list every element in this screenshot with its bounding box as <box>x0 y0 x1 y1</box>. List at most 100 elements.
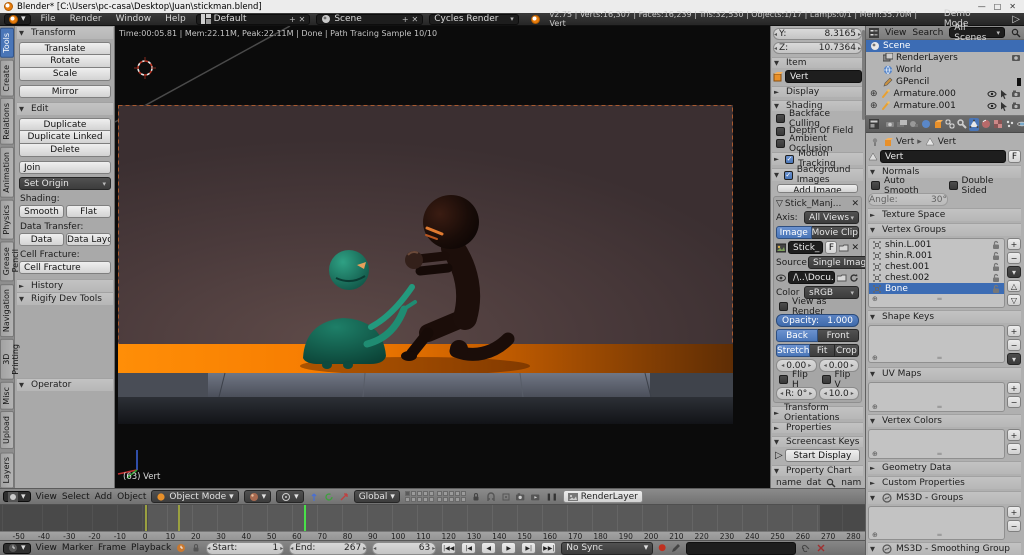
lock-icon[interactable] <box>191 543 201 553</box>
vgroup-remove-button[interactable]: − <box>1007 252 1021 264</box>
data-layout-button[interactable]: Data Layo <box>66 233 111 246</box>
layout-add-button[interactable]: + <box>289 15 296 24</box>
ms3d-add-button[interactable]: + <box>1007 506 1021 518</box>
fake-user-button[interactable]: F <box>825 241 837 254</box>
view3d-menu-view[interactable]: View <box>36 492 57 502</box>
renderlayer-chip[interactable]: RenderLayer <box>563 490 643 503</box>
fake-user-button[interactable]: F <box>1008 150 1021 163</box>
start-frame-field[interactable]: ◂Start: 1▸ <box>206 542 284 555</box>
front-toggle[interactable]: Front <box>818 329 859 342</box>
duplicate-button[interactable]: Duplicate <box>19 118 111 131</box>
pin-icon[interactable] <box>870 137 880 147</box>
outliner-search-icon[interactable] <box>1011 28 1021 38</box>
ambient-occlusion-checkbox[interactable]: Ambient Occlusion <box>773 138 862 149</box>
lock-icon[interactable] <box>991 240 1001 250</box>
properties-editor-icon[interactable] <box>869 119 879 129</box>
outliner-item-world[interactable]: World <box>866 64 1024 76</box>
bg-image-expand[interactable]: ▽ <box>776 199 783 209</box>
mode-dropdown[interactable]: Object Mode▾ <box>151 490 238 503</box>
open-image-icon[interactable] <box>839 243 849 253</box>
view-as-render-checkbox[interactable]: View as Render <box>776 301 859 312</box>
stretch-toggle[interactable]: Stretch <box>776 344 810 357</box>
opengl-render-anim-icon[interactable] <box>531 492 541 502</box>
keyframe-marker[interactable] <box>178 505 180 531</box>
lock-icon[interactable] <box>991 273 1001 283</box>
shapekey-add-button[interactable]: + <box>1007 325 1021 337</box>
tool-shelf-tab[interactable]: Misc <box>0 382 14 410</box>
shade-smooth-button[interactable]: Smooth <box>19 205 64 218</box>
vertex-group-row[interactable]: shin.R.001 <box>869 250 1004 261</box>
outliner-item-gpencil[interactable]: GPencil <box>866 76 1024 88</box>
outliner-item-armature-001[interactable]: ⊕ Armature.001 <box>866 100 1024 112</box>
expand-toggle[interactable]: ⊕ <box>870 101 878 111</box>
viewport-3d[interactable]: Time:00:05.81 | Mem:22.11M, Peak:22.11M … <box>115 26 770 488</box>
flip-h-checkbox[interactable]: Flip H <box>776 374 817 385</box>
shapekey-remove-button[interactable]: − <box>1007 339 1021 351</box>
renderability-camera-icon[interactable] <box>1011 101 1021 111</box>
menu-render[interactable]: Render <box>66 14 106 24</box>
tab-object[interactable] <box>933 118 943 131</box>
panel-header-geometry-data[interactable]: ►Geometry Data <box>868 461 1021 474</box>
snap-magnet-icon[interactable] <box>486 492 496 502</box>
scene-add-button[interactable]: + <box>402 15 409 24</box>
play-reverse-button[interactable]: ◀ <box>481 542 496 554</box>
outliner-item-scene[interactable]: Scene <box>866 40 1024 52</box>
axis-dropdown[interactable]: All Views▾ <box>804 211 859 224</box>
view-location-y-field[interactable]: ◂Y: 8.3165▸ <box>773 28 862 40</box>
uvmap-add-button[interactable]: + <box>1007 382 1021 394</box>
timeline-tracks[interactable] <box>0 505 865 531</box>
reload-image-icon[interactable] <box>849 273 859 283</box>
panel-header-display[interactable]: ►Display <box>772 86 863 97</box>
tool-shelf-tab[interactable]: Physics <box>0 200 14 240</box>
tool-shelf-tab[interactable]: Create <box>0 60 14 97</box>
tab-scene[interactable] <box>909 118 919 131</box>
object-breadcrumb-icon[interactable] <box>883 137 893 147</box>
snap-element-icon[interactable] <box>501 492 511 502</box>
lock-icon[interactable] <box>991 251 1001 261</box>
mesh-name-field[interactable]: Vert <box>880 150 1006 163</box>
vertex-group-row[interactable]: shin.L.001 <box>869 239 1004 250</box>
render-icon[interactable] <box>1011 53 1021 63</box>
source-image-toggle[interactable]: Image <box>776 226 812 239</box>
delete-button[interactable]: Delete <box>19 144 111 157</box>
timeline-menu-view[interactable]: View <box>36 543 57 553</box>
tool-shelf-tab[interactable]: Navigation <box>0 284 14 337</box>
double-sided-checkbox[interactable]: Double Sided <box>946 180 1022 191</box>
size-field[interactable]: ◂10.0▸ <box>819 387 860 400</box>
end-frame-field[interactable]: ◂End: 267▸ <box>289 542 367 555</box>
next-keyframe-button[interactable]: ▶| <box>521 542 536 554</box>
breadcrumb-object-name[interactable]: Vert <box>896 137 914 147</box>
window-close-button[interactable]: ✕ <box>1009 2 1016 11</box>
scene-selector[interactable]: Scene + ✕ <box>316 14 423 25</box>
backface-culling-checkbox[interactable]: Backface Culling <box>773 113 862 124</box>
opacity-slider[interactable]: Opacity:1.000 <box>776 314 859 327</box>
timeline-menu-frame[interactable]: Frame <box>98 543 126 553</box>
add-image-button[interactable]: Add Image <box>777 184 858 193</box>
expand-toggle[interactable]: ⊕ <box>870 89 878 99</box>
manipulator-rotate-icon[interactable] <box>324 492 334 502</box>
translate-button[interactable]: Translate <box>19 42 111 55</box>
tab-object-data[interactable] <box>969 118 979 131</box>
outliner-menu-view[interactable]: View <box>885 28 906 38</box>
view3d-menu-object[interactable]: Object <box>117 492 146 502</box>
vgroup-move-down-button[interactable]: ▽ <box>1007 294 1021 306</box>
scene-delete-button[interactable]: ✕ <box>412 15 419 24</box>
panel-header-operator[interactable]: ▼Operator <box>17 378 113 391</box>
tab-physics[interactable] <box>1017 118 1024 131</box>
layout-delete-button[interactable]: ✕ <box>299 15 306 24</box>
panel-header-rigify[interactable]: ▼Rigify Dev Tools <box>17 292 113 305</box>
bg-image-close-button[interactable]: ✕ <box>851 199 859 209</box>
outliner-menu-search[interactable]: Search <box>912 28 943 38</box>
shapekey-specials-button[interactable]: ▾ <box>1007 353 1021 365</box>
jump-to-end-button[interactable]: ▶▶| <box>541 542 556 554</box>
manipulator-translate-icon[interactable] <box>309 492 319 502</box>
tool-shelf-tab[interactable]: Grease Pencil <box>0 241 14 281</box>
selectability-cursor-icon[interactable] <box>999 101 1009 111</box>
panel-header-item[interactable]: ▼Item <box>772 57 863 68</box>
previous-keyframe-button[interactable]: |◀ <box>461 542 476 554</box>
tab-render[interactable] <box>885 118 895 131</box>
viewport-shading-dropdown[interactable]: ▾ <box>244 490 272 503</box>
opengl-render-icon[interactable] <box>516 492 526 502</box>
auto-smooth-checkbox[interactable]: Auto Smooth <box>868 180 944 191</box>
tab-material[interactable] <box>981 118 991 131</box>
